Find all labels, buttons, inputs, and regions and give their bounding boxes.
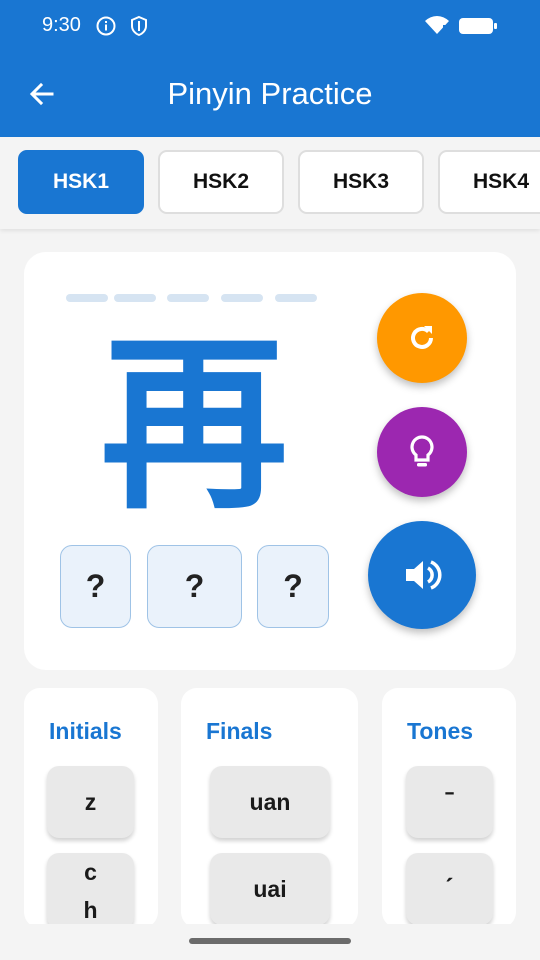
progress-dash [221, 294, 263, 302]
status-time: 9:30 [42, 14, 81, 36]
pinyin-slot-initial[interactable]: ? [60, 545, 131, 628]
finals-panel: Finals uan uai [181, 688, 358, 928]
page-title: Pinyin Practice [167, 76, 373, 111]
tab-hsk4[interactable]: HSK4 [438, 150, 540, 214]
tab-hsk2[interactable]: HSK2 [158, 150, 284, 214]
progress-dash [66, 294, 108, 302]
battery-icon [459, 18, 497, 34]
info-icon [96, 16, 116, 36]
progress-dash [167, 294, 209, 302]
initial-key-z[interactable]: z [47, 766, 134, 838]
final-key-uan[interactable]: uan [210, 766, 330, 838]
tab-hsk1[interactable]: HSK1 [18, 150, 144, 214]
wifi-icon [425, 16, 449, 34]
tab-hsk3[interactable]: HSK3 [298, 150, 424, 214]
refresh-icon [411, 326, 433, 349]
tones-title: Tones [407, 718, 474, 744]
speaker-icon [406, 560, 442, 590]
finals-title: Finals [206, 718, 273, 744]
play-audio-button[interactable] [368, 521, 476, 629]
initials-title: Initials [49, 718, 122, 744]
tone-key-second[interactable]: ˊ [406, 853, 493, 925]
level-tabs: HSK1 HSK2 HSK3 HSK4 [0, 137, 540, 229]
hint-button[interactable] [377, 407, 467, 497]
app-bar: 9:30 Pinyin Practice [0, 0, 540, 137]
pinyin-slot-tone[interactable]: ? [257, 545, 329, 628]
hanzi-character: 再 [100, 316, 288, 535]
initials-panel: Initials z c h [24, 688, 158, 928]
tones-panel: Tones ˉ ˊ [382, 688, 516, 928]
shield-icon [131, 15, 147, 37]
tone-key-first[interactable]: ˉ [406, 766, 493, 838]
pinyin-slot-final[interactable]: ? [147, 545, 242, 628]
refresh-button[interactable] [377, 293, 467, 383]
status-bar: 9:30 [0, 0, 540, 52]
lightbulb-icon [410, 435, 434, 467]
progress-dash [114, 294, 156, 302]
initial-key-ch-label: h [83, 897, 98, 923]
progress-dash [275, 294, 317, 302]
final-key-uai[interactable]: uai [210, 853, 330, 925]
initial-key-ch-label: c [84, 859, 97, 885]
initial-key-ch[interactable]: c h [47, 853, 134, 928]
home-indicator[interactable] [189, 938, 351, 944]
